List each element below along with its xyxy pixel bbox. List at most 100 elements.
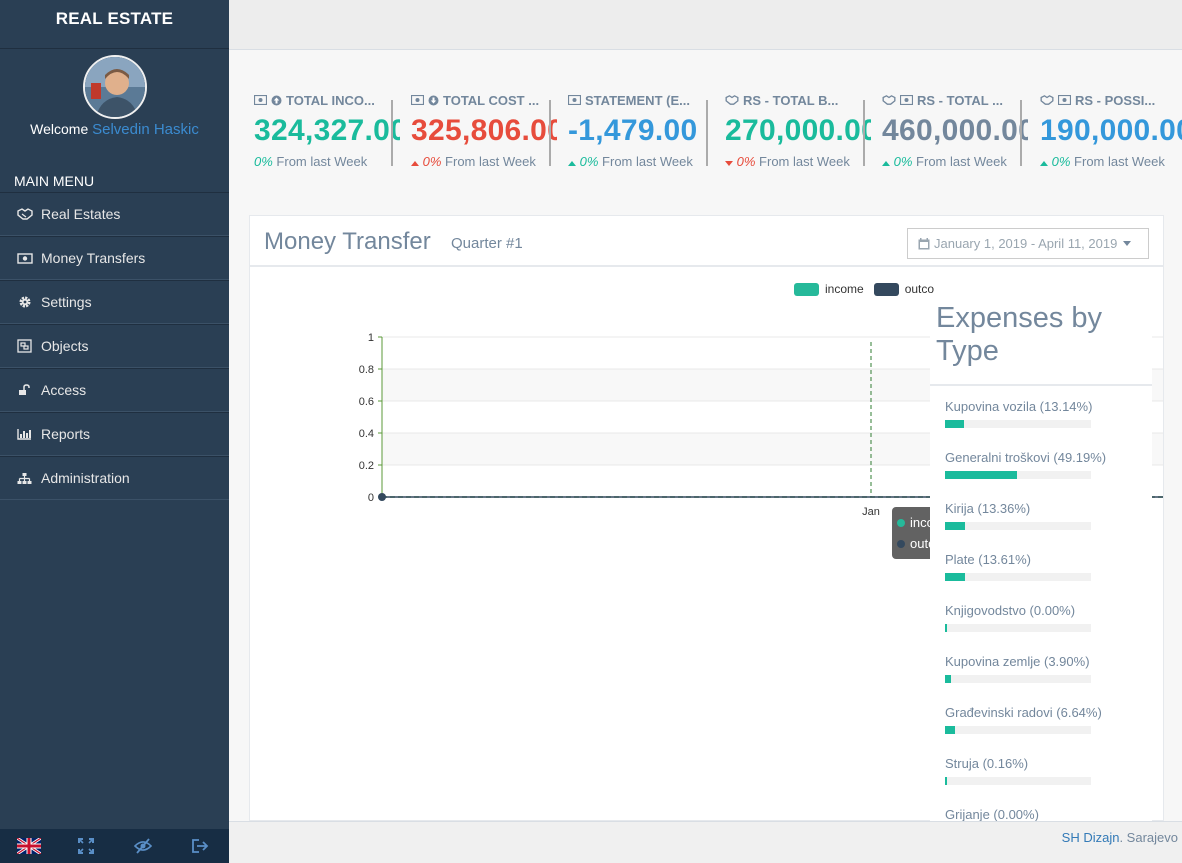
y-tick-label: 0 (368, 492, 374, 504)
expense-label: Grijanje (0.00%) (945, 807, 1039, 821)
tile-from: From last Week (759, 154, 850, 169)
expense-item: Knjigovodstvo (0.00%) (945, 602, 1152, 653)
handshake-icon (1040, 95, 1054, 105)
tile-statement: STATEMENT (E... -1,479.00 0% From last W… (564, 90, 714, 176)
tile-from: From last Week (276, 154, 368, 169)
caret-up-icon (568, 154, 576, 169)
expense-progress-fill (945, 573, 965, 581)
money-icon (568, 95, 581, 105)
arrow-circle-up-icon (271, 95, 282, 106)
menu-item-label: Reports (41, 426, 91, 442)
expense-progress-fill (945, 522, 965, 530)
caret-up-icon (882, 154, 890, 169)
y-tick-label: 0.4 (359, 428, 374, 440)
y-tick-label: 1 (368, 332, 374, 344)
eye-slash-icon[interactable] (131, 836, 155, 856)
menu-item-access[interactable]: Access (0, 368, 229, 412)
expense-item: Grijanje (0.00%) (945, 806, 1152, 821)
tooltip-dot (897, 518, 905, 527)
expense-label: Generalni troškovi (49.19%) (945, 450, 1107, 465)
y-tick-label: 0.8 (359, 364, 374, 376)
brand[interactable]: REAL ESTATE (0, 0, 229, 49)
expense-item: Generalni troškovi (49.19%) (945, 449, 1152, 500)
expense-progress-fill (945, 726, 955, 734)
menu-item-real-estates[interactable]: Real Estates (0, 192, 229, 236)
tile-value: 460,000.00 (882, 114, 1028, 147)
handshake-icon (725, 95, 739, 105)
expense-progress-fill (945, 675, 951, 683)
fullscreen-icon[interactable] (74, 836, 98, 856)
logout-icon[interactable] (188, 836, 212, 856)
tile-from: From last Week (445, 154, 536, 169)
tile-percent: 0% (254, 154, 273, 169)
y-tick-label: 0.6 (359, 396, 374, 408)
tile-title: TOTAL INCO... (286, 92, 375, 108)
tile-value: 325,806.00 (411, 114, 557, 147)
tile-percent: 0% (893, 154, 913, 169)
menu-item-reports[interactable]: Reports (0, 412, 229, 456)
expense-progress-track (945, 420, 1091, 428)
tile-title: STATEMENT (E... (585, 92, 690, 108)
menu-item-administration[interactable]: Administration (0, 456, 229, 500)
main-menu: Real Estates Money Transfers Settings Ob… (0, 192, 229, 500)
tile-rs-possible: RS - POSSI... 190,000.00 0% From last We… (1036, 90, 1182, 176)
welcome-label: Welcome (30, 121, 89, 137)
top-navbar (229, 0, 1182, 50)
expenses-by-type-panel: Expenses by Type Kupovina vozila (13.14%… (930, 298, 1152, 821)
profile: Welcome Selvedin Haskic (0, 55, 229, 138)
tile-value: 190,000.00 (1040, 114, 1182, 147)
tooltip-dot (897, 539, 905, 548)
tile-divider (549, 100, 551, 166)
tile-total-cost: TOTAL COST ... 325,806.00 0% From last W… (407, 90, 557, 176)
expense-progress-track (945, 522, 1091, 530)
tile-value: -1,479.00 (568, 114, 698, 147)
expense-item: Kupovina zemlje (3.90%) (945, 653, 1152, 704)
tile-footer: 0% From last Week (725, 154, 871, 169)
tile-title: TOTAL COST ... (443, 92, 540, 108)
tile-footer: 0% From last Week (254, 154, 400, 169)
expense-label: Kirija (13.36%) (945, 501, 1031, 516)
tile-value: 270,000.00 (725, 114, 871, 147)
money-icon (411, 95, 424, 105)
menu-item-settings[interactable]: Settings (0, 280, 229, 324)
caret-up-icon (1040, 154, 1048, 169)
expense-progress-track (945, 777, 1091, 785)
expense-item: Plate (13.61%) (945, 551, 1152, 602)
gear-icon (16, 294, 33, 310)
expense-progress-track (945, 573, 1091, 581)
sitemap-icon (16, 470, 33, 486)
money-icon (900, 95, 913, 105)
expense-label: Kupovina vozila (13.14%) (945, 399, 1093, 414)
brand-title[interactable]: REAL ESTATE (56, 9, 173, 29)
uk-flag-icon[interactable] (16, 836, 41, 856)
expense-progress-track (945, 471, 1091, 479)
footer-brand-link[interactable]: SH Dizajn (1062, 830, 1120, 845)
user-name[interactable]: Selvedin Haskic (92, 121, 199, 138)
avatar[interactable] (82, 55, 147, 119)
tile-footer: 0% From last Week (1040, 154, 1182, 169)
tile-title: RS - POSSI... (1075, 92, 1156, 108)
tile-percent: 0% (1051, 154, 1071, 169)
expense-label: Građevinski radovi (6.64%) (945, 705, 1102, 720)
tile-footer: 0% From last Week (568, 154, 714, 169)
expense-label: Knjigovodstvo (0.00%) (945, 603, 1076, 618)
expense-progress-track (945, 675, 1091, 683)
menu-item-label: Settings (41, 294, 92, 310)
menu-item-label: Administration (41, 470, 130, 486)
tile-value: 324,327.00 (254, 114, 400, 147)
tile-footer: 0% From last Week (882, 154, 1028, 169)
sidebar: REAL ESTATE Welcome Selvedin Haskic MAIN… (0, 0, 229, 863)
tile-title: RS - TOTAL B... (743, 92, 839, 108)
tile-divider (863, 100, 865, 166)
tile-divider (1020, 100, 1022, 166)
y-tick-label: 0.2 (359, 460, 374, 472)
expense-item: Kupovina vozila (13.14%) (945, 398, 1152, 449)
expense-progress-fill (945, 777, 947, 785)
menu-item-objects[interactable]: Objects (0, 324, 229, 368)
x-tick-label: Jan (862, 506, 880, 518)
menu-item-money-transfers[interactable]: Money Transfers (0, 236, 229, 280)
stats-tiles: TOTAL INCO... 324,327.00 0% From last We… (250, 90, 1182, 180)
expense-label: Plate (13.61%) (945, 552, 1031, 567)
tile-percent: 0% (422, 154, 442, 169)
welcome-text: Welcome Selvedin Haskic (0, 121, 229, 138)
